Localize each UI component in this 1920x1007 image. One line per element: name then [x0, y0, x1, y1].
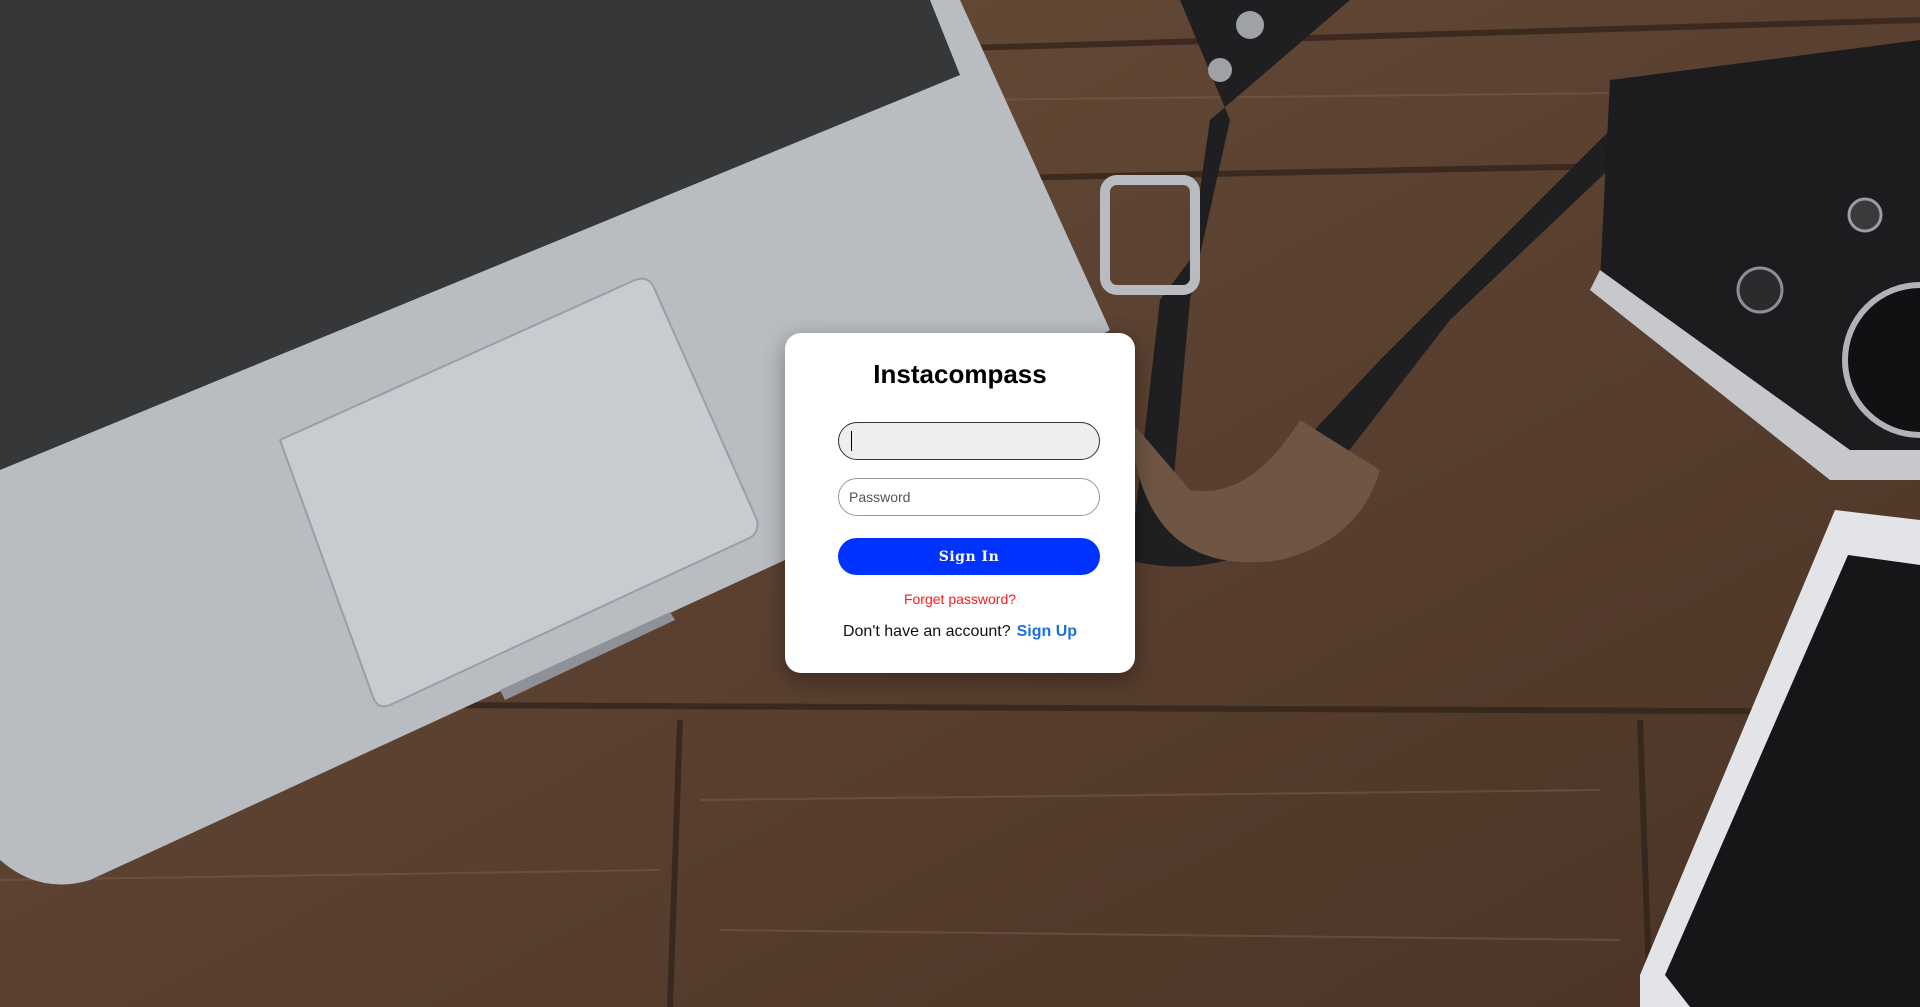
sign-in-button[interactable]: Sign In	[838, 538, 1100, 575]
sign-up-link[interactable]: Sign Up	[1017, 623, 1077, 640]
login-page: Instacompass Sign In Forget password? Do…	[0, 0, 1920, 1007]
text-cursor	[851, 431, 852, 451]
forgot-password-link[interactable]: Forget password?	[785, 591, 1135, 607]
app-title: Instacompass	[873, 359, 1047, 389]
password-input[interactable]	[838, 478, 1100, 516]
username-input[interactable]	[838, 422, 1100, 460]
no-account-text: Don't have an account?	[842, 623, 1011, 640]
login-card: Instacompass Sign In Forget password? Do…	[785, 333, 1135, 673]
signup-prompt: Don't have an account? Sign Up	[785, 623, 1135, 641]
